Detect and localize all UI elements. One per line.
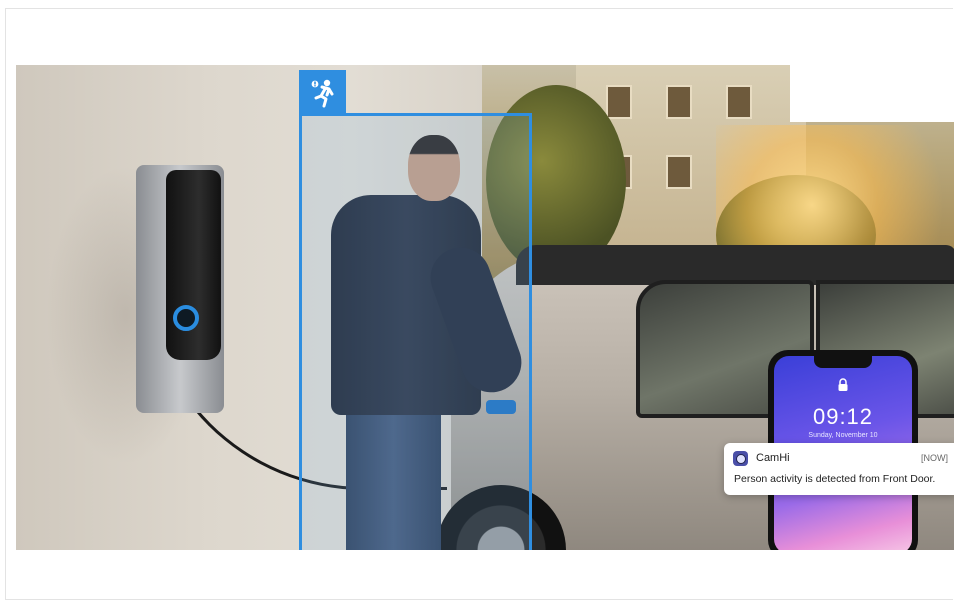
phone-clock: 09:12 xyxy=(812,404,874,429)
camhi-app-icon xyxy=(733,451,748,466)
building-window xyxy=(726,85,752,119)
wall-charger-front xyxy=(166,170,221,360)
building-window xyxy=(666,85,692,119)
phone-date: Sunday, November 10 xyxy=(808,432,878,439)
product-photo: 09:12 Sunday, November 10 CamHi [NOW] Pe… xyxy=(16,65,954,550)
charger-light-ring xyxy=(173,305,199,331)
detection-badge xyxy=(299,70,346,115)
car-roof xyxy=(516,245,954,285)
running-person-icon xyxy=(311,79,333,107)
phone-notch xyxy=(814,356,872,368)
notification-app-name: CamHi xyxy=(756,452,790,464)
building-window xyxy=(666,155,692,189)
push-notification[interactable]: CamHi [NOW] Person activity is detected … xyxy=(724,443,954,495)
person-detection-box xyxy=(299,113,532,550)
building-window xyxy=(606,85,632,119)
lock-icon xyxy=(838,378,848,391)
notification-message: Person activity is detected from Front D… xyxy=(734,473,936,485)
white-corner xyxy=(790,65,954,122)
notification-time: [NOW] xyxy=(921,453,948,463)
